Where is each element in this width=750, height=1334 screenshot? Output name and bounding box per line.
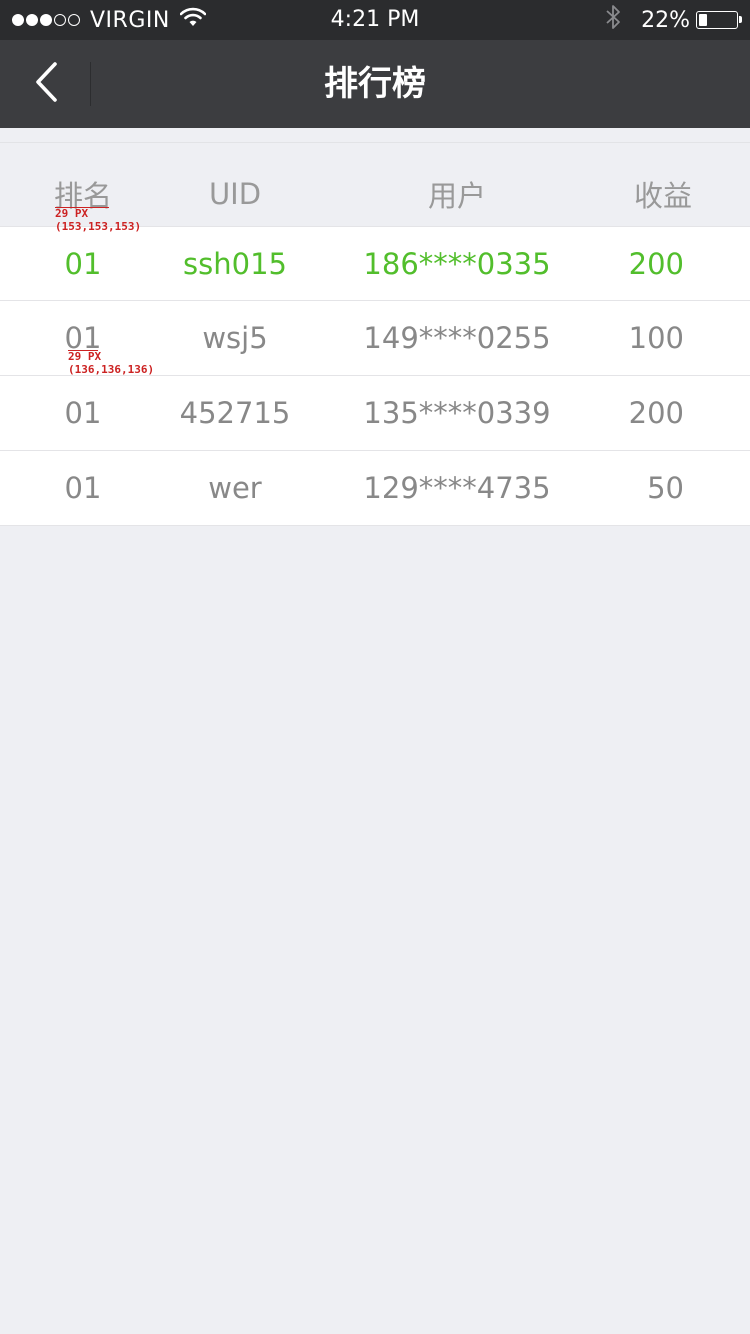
uid-cell: 452715 (179, 396, 291, 430)
table-header: 排名 UID 用户 收益 (0, 142, 750, 226)
earnings-cell: 200 (628, 396, 684, 430)
annotation-header-color: (153,153,153) (55, 220, 142, 233)
nav-bar: 排行榜 (0, 40, 750, 128)
user-cell: 129****4735 (363, 471, 551, 505)
rank-cell: 01 (64, 471, 102, 505)
column-header-uid: UID (208, 176, 262, 211)
table-row[interactable]: 01 452715 135****0339 200 (0, 376, 750, 451)
battery-nub (739, 16, 742, 23)
annotation-header-size: 29 PX (55, 207, 89, 220)
table-row[interactable]: 01 wer 129****4735 50 (0, 451, 750, 526)
user-cell: 186****0335 (363, 246, 551, 281)
battery-fill (699, 14, 707, 26)
status-right: 22% (605, 4, 742, 36)
column-header-earnings: 收益 (633, 178, 692, 213)
table-row[interactable]: 01 ssh015 186****0335 200 (0, 226, 750, 301)
rank-cell: 01 (64, 246, 102, 281)
uid-cell: ssh015 (183, 246, 287, 281)
uid-cell: wsj5 (202, 321, 268, 355)
rank-cell: 01 (64, 396, 102, 430)
page-title: 排行榜 (324, 64, 426, 104)
user-cell: 135****0339 (363, 396, 551, 430)
earnings-cell: 100 (628, 321, 684, 355)
uid-cell: wer (208, 471, 262, 505)
earnings-cell: 200 (628, 246, 684, 281)
earnings-cell: 50 (647, 471, 684, 505)
user-cell: 149****0255 (363, 321, 551, 355)
annotation-row-size: 29 PX (68, 350, 102, 363)
status-bar: VIRGIN 4:21 PM 22% (0, 0, 750, 40)
column-header-user: 用户 (427, 178, 486, 213)
bluetooth-icon (605, 4, 621, 36)
annotation-row-color: (136,136,136) (68, 363, 155, 376)
battery-icon (696, 11, 742, 29)
battery-percent: 22% (641, 7, 690, 33)
